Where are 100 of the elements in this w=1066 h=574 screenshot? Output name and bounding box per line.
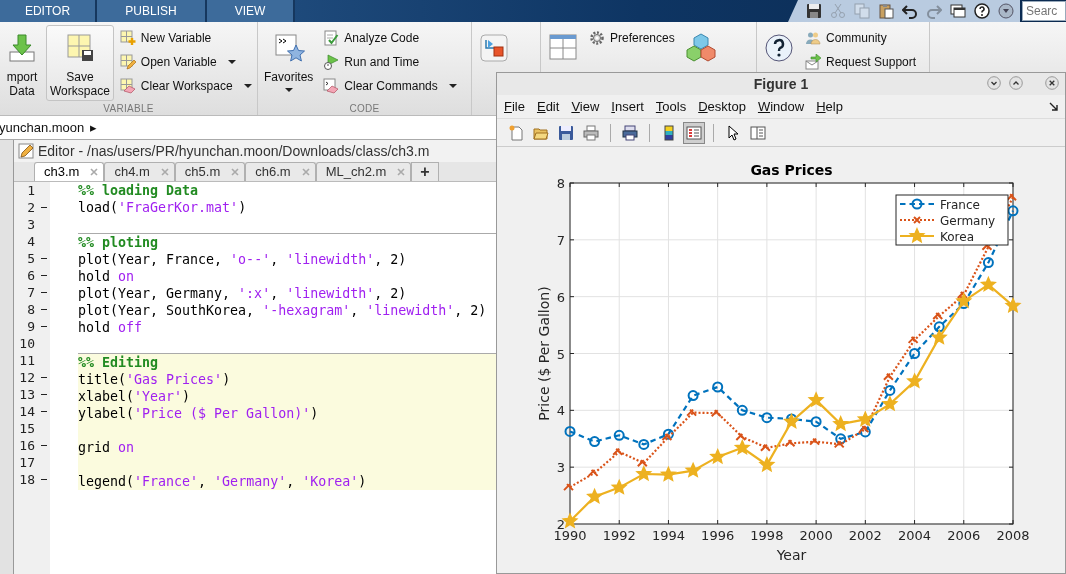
ribbon-button[interactable]: Community [803,28,919,48]
legend-swatch [900,198,934,210]
menu-item[interactable]: View [568,96,609,117]
download-icon [6,32,38,64]
menu-item[interactable]: Help [813,96,852,117]
tick-label: 2006 [947,528,981,543]
line-number: 9 [26,318,35,335]
legend-label: Korea [940,229,975,244]
checklist-icon [323,30,340,46]
ribbon-tab[interactable]: VIEW [207,0,295,22]
line-number: 7 [26,284,35,301]
data-marker [784,439,796,448]
executable-mark [41,325,47,328]
data-marker [684,461,702,478]
pencil-icon [18,143,34,159]
minimize-icon[interactable] [987,76,1001,90]
data-marker [586,487,604,504]
line-number: 14 [18,403,35,420]
menu-item[interactable]: Desktop [695,96,755,117]
search-field[interactable]: Searc [1022,1,1066,21]
tick-label: 1998 [750,528,784,543]
legend-swatch [900,227,934,244]
menu-item[interactable]: File [501,96,534,117]
line-number: 8 [26,301,35,318]
menu-item[interactable]: Window [754,96,814,117]
data-marker [758,456,776,473]
ribbon-button[interactable]: Clear Commands [321,76,459,96]
executable-mark [41,291,47,294]
line-number: 10 [18,335,35,352]
data-marker [709,448,727,465]
tick-label: 1996 [701,528,735,543]
code-line: hold on [78,267,135,286]
data-marker [612,447,624,456]
dock-arrow-icon[interactable] [1049,101,1059,112]
save-icon[interactable] [806,3,822,19]
data-marker [882,372,894,381]
ribbon-button[interactable]: Open Variable [117,52,254,72]
tick-label: 8 [556,176,565,191]
line-number: 18 [18,471,35,488]
line-number: 2 [26,199,35,216]
code-line: legend('France', 'Germany', 'Korea') [78,472,367,491]
new-tab-button[interactable]: + [411,162,439,181]
tick-label: 2008 [996,528,1030,543]
file-tab[interactable]: ML_ch2.m [315,162,412,181]
ribbon-tab[interactable]: EDITOR [0,0,97,22]
executable-mark [41,393,47,396]
help-icon[interactable] [974,3,990,19]
dropdown-icon[interactable] [998,3,1014,19]
undo-icon[interactable] [902,3,918,19]
executable-mark [41,410,47,413]
ribbon-button[interactable]: Request Support [803,52,919,72]
ribbon-button[interactable]: Favorites [260,25,318,95]
code-line: %% Editing [78,353,159,372]
tick-label: 7 [556,232,565,248]
star-window-icon [272,32,305,64]
menu-item[interactable]: Insert [608,96,653,117]
line-number: 4 [26,233,35,250]
close-icon[interactable] [1045,76,1059,90]
ribbon-button[interactable]: Save Workspace [46,25,114,101]
ribbon-button[interactable]: Preferences [587,28,677,48]
ribbon-tab[interactable]: PUBLISH [97,0,207,22]
data-marker [563,483,574,492]
ribbon-button[interactable]: Clear Workspace [117,76,254,96]
menu-item[interactable]: Tools [652,96,696,117]
file-tab[interactable]: ch5.m [174,162,246,181]
cubes-icon [684,32,717,64]
stopwatch-play-icon [323,54,340,70]
save-icon [558,124,574,141]
line-number: 17 [18,454,35,471]
menu-item[interactable]: Edit [533,96,569,117]
windows-icon[interactable] [950,3,966,19]
table-pencil-icon [119,54,136,70]
mail-arrow-icon [805,54,821,70]
ribbon-button[interactable]: New Variable [117,28,254,48]
data-marker [906,372,924,389]
group-label: VARIABLE [102,102,155,115]
executable-mark [41,308,47,311]
file-tab[interactable]: ch6.m [245,162,316,181]
axis-title: Year [776,547,807,563]
legend-icon [686,124,702,141]
data-marker [759,443,771,452]
line-number: 15 [18,420,35,437]
paste-icon[interactable] [878,3,894,19]
ribbon-button[interactable]: Analyze Code [321,28,459,48]
code-line: %% ploting [78,233,159,252]
tick-label: 3 [556,460,565,476]
group-label: CODE [348,102,381,115]
file-tab[interactable]: ch3.m [34,162,105,181]
help-icon [763,32,795,64]
file-tab[interactable]: ch4.m [104,162,175,181]
code-line: plot(Year, SouthKorea, '-hexagram', 'linewidth', 2) [78,301,487,320]
line-number: 13 [18,386,35,403]
legend-swatch [900,216,934,224]
maximize-icon[interactable] [1009,76,1023,90]
data-marker [907,335,919,344]
ribbon-button[interactable]: Run and Time [321,52,459,72]
data-marker [686,408,698,417]
path-arrow[interactable]: ▸ [90,117,98,138]
ribbon-button[interactable]: mport Data [2,25,42,101]
line-number: 5 [26,250,35,267]
